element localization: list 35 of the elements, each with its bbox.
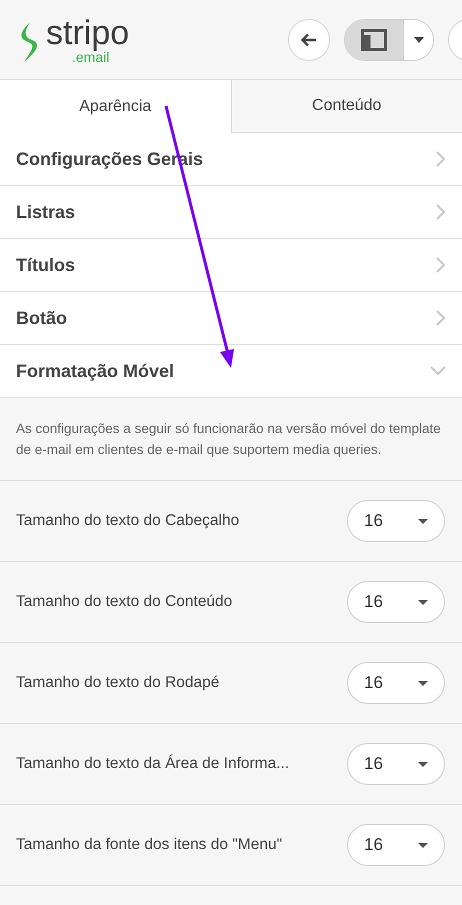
setting-label: Tamanho da fonte dos itens do "Menu" <box>16 835 282 856</box>
accordion-header[interactable]: Botão <box>0 292 462 345</box>
size-select[interactable]: 16 <box>347 662 445 704</box>
layout-toggle-button[interactable] <box>345 20 403 60</box>
setting-label: Tamanho do texto do Cabeçalho <box>16 511 240 532</box>
chevron-down-icon <box>430 366 446 376</box>
caret-icon <box>418 680 428 686</box>
tab[interactable]: Conteúdo <box>230 80 462 133</box>
accordion-header[interactable]: Formatação Móvel <box>0 345 462 398</box>
logo-wordmark: stripo <box>46 16 130 50</box>
size-select[interactable]: 16 <box>347 743 445 785</box>
accordion-header[interactable]: Listras <box>0 186 462 239</box>
caret-icon <box>418 842 428 848</box>
back-button[interactable] <box>288 18 330 60</box>
arrow-left-icon <box>301 32 317 46</box>
chevron-right-icon <box>436 310 446 326</box>
chevron-right-icon <box>436 204 446 220</box>
dropdown-button[interactable] <box>403 20 433 60</box>
setting-label: Tamanho do texto do Conteúdo <box>16 592 232 612</box>
caret-icon <box>418 600 428 604</box>
caret-icon <box>414 36 424 42</box>
size-select[interactable]: 16 <box>347 500 445 542</box>
accordion-header[interactable]: Títulos <box>0 239 462 292</box>
layout-icon <box>361 28 387 50</box>
setting-label: Tamanho do texto da Área de Informa... <box>16 754 290 774</box>
size-select[interactable]: 16 <box>347 581 445 623</box>
caret-icon <box>418 518 428 524</box>
mobile-note: As configurações a seguir só funcionarão na versão móvel do template de e-mail em clientes de e-mail que suportem media queries. <box>16 420 442 459</box>
logo-suffix: .email <box>72 50 110 64</box>
setting-label: Tamanho do texto do Rodapé <box>16 673 220 694</box>
chevron-right-icon <box>436 257 446 273</box>
chevron-right-icon <box>436 151 446 167</box>
caret-icon <box>418 762 428 766</box>
size-select[interactable]: 16 <box>347 824 445 866</box>
tab[interactable]: Aparência <box>0 80 230 133</box>
